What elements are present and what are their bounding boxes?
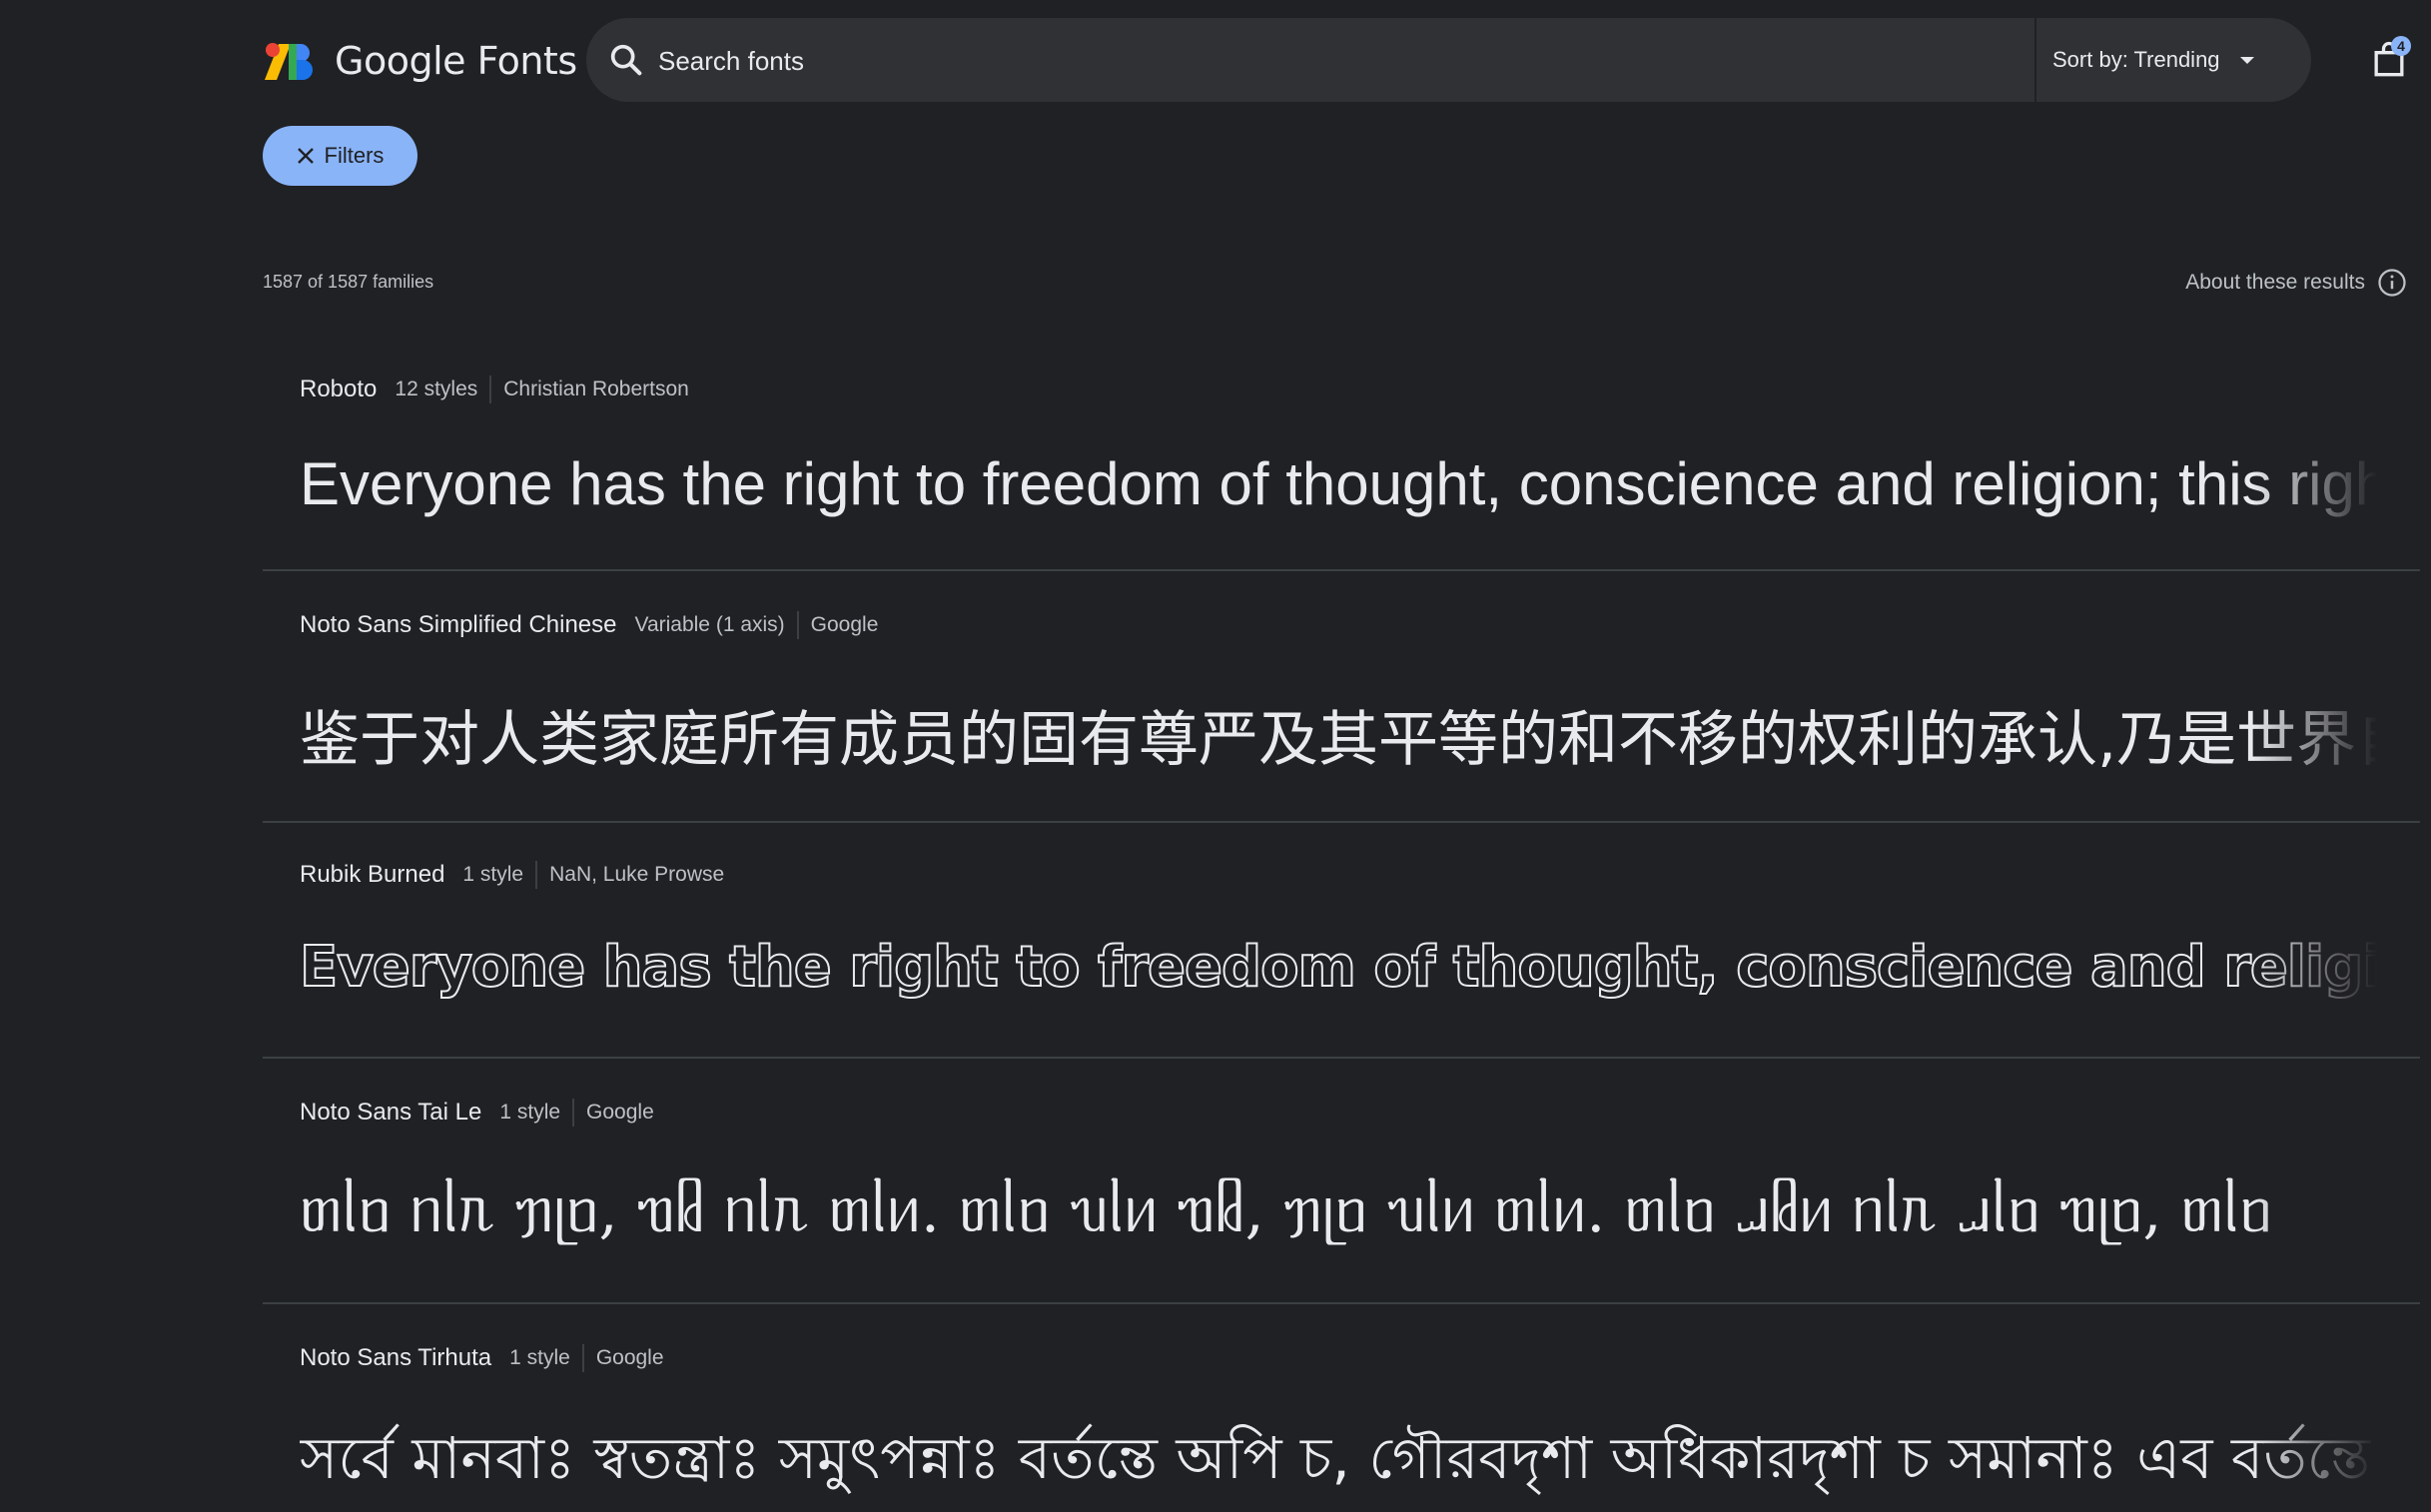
font-card-roboto[interactable]: Roboto 12 styles Christian Robertson Eve… [263, 330, 2420, 571]
results-count: 1587 of 1587 families [263, 272, 434, 292]
logo-text: Google Fonts [335, 39, 577, 83]
font-styles: 1 style [462, 863, 524, 886]
font-meta: Noto Sans Tirhuta 1 style Google [300, 1344, 664, 1372]
about-results-label: About these results [2185, 271, 2365, 294]
font-styles: 12 styles [395, 378, 478, 400]
font-styles: 1 style [499, 1101, 561, 1124]
search-input[interactable] [656, 32, 1959, 90]
font-sample-text: Everyone has the right to freedom of tho… [300, 935, 2377, 1000]
font-card-noto-sans-simplified-chinese[interactable]: Noto Sans Simplified Chinese Variable (1… [263, 571, 2420, 823]
font-sample-text: Everyone has the right to freedom of tho… [300, 450, 2377, 517]
font-designer: Google [586, 1101, 654, 1124]
meta-divider [581, 1344, 584, 1372]
google-fonts-logo-icon [265, 43, 313, 80]
chevron-down-icon [2239, 56, 2254, 64]
filters-label: Filters [324, 143, 385, 168]
cart-count-badge: 4 [2391, 36, 2411, 56]
meta-divider [535, 861, 538, 889]
font-name: Roboto [300, 376, 378, 402]
font-designer: Google [810, 613, 879, 636]
font-sample-text: ᥖᥣᥝ ᥒᥣᥰ ᥟᥨᥝ, ᥓᥤ ᥒᥣᥰ ᥖᥣᥢ. ᥖᥣᥝ ᥔᥣᥢ ᥓᥤ, ᥟᥨᥝ… [300, 1176, 2272, 1246]
font-card-noto-sans-tai-le[interactable]: Noto Sans Tai Le 1 style Google ᥖᥣᥝ ᥒᥣᥰ … [263, 1059, 2420, 1304]
font-name: Rubik Burned [300, 861, 445, 888]
sort-divider [2034, 18, 2036, 102]
meta-divider [489, 376, 492, 403]
about-results-link[interactable]: About these results [2185, 268, 2407, 298]
font-name: Noto Sans Tai Le [300, 1099, 482, 1126]
info-icon [2378, 269, 2406, 297]
close-icon [297, 148, 314, 164]
font-designer: Google [595, 1346, 664, 1369]
font-name: Noto Sans Simplified Chinese [300, 611, 617, 638]
google-fonts-page: Google Fonts Sort by: Trending 4 Filters… [0, 0, 2431, 1512]
font-card-noto-sans-tirhuta[interactable]: Noto Sans Tirhuta 1 style Google সর্বে ম… [263, 1304, 2420, 1512]
search-bar: Sort by: Trending [586, 18, 2311, 102]
meta-divider [572, 1099, 575, 1127]
font-styles: 1 style [509, 1346, 570, 1369]
font-sample-text: সর্বে মানবাঃ স্বতন্ত্রাঃ সমুৎপন্নাঃ বর্ত… [300, 1424, 2371, 1492]
sort-dropdown[interactable]: Sort by: Trending [2052, 18, 2254, 102]
font-meta: Roboto 12 styles Christian Robertson [300, 376, 689, 403]
font-sample-text: 鉴于对人类家庭所有成员的固有尊严及其平等的和不移的权利的承认,乃是世界自由 [300, 705, 2377, 775]
sort-label: Sort by: Trending [2052, 47, 2220, 72]
font-designer: Christian Robertson [503, 378, 689, 400]
font-meta: Noto Sans Tai Le 1 style Google [300, 1099, 654, 1127]
google-fonts-logo[interactable]: Google Fonts [263, 36, 577, 86]
search-icon[interactable] [606, 40, 646, 80]
font-meta: Rubik Burned 1 style NaN, Luke Prowse [300, 861, 724, 889]
font-meta: Noto Sans Simplified Chinese Variable (1… [300, 611, 878, 639]
font-name: Noto Sans Tirhuta [300, 1344, 492, 1371]
filters-button[interactable]: Filters [263, 126, 417, 186]
meta-divider [796, 611, 799, 639]
font-styles: Variable (1 axis) [634, 613, 785, 636]
font-card-rubik-burned[interactable]: Rubik Burned 1 style NaN, Luke Prowse Ev… [263, 823, 2420, 1059]
font-designer: NaN, Luke Prowse [549, 863, 725, 886]
